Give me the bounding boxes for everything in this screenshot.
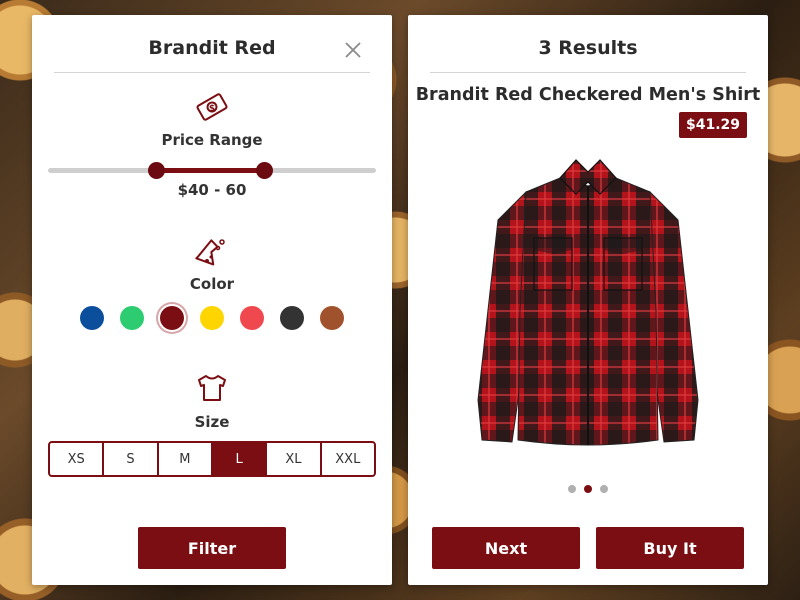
size-option-xxl[interactable]: XXL — [322, 443, 374, 475]
money-icon: $ — [196, 93, 228, 121]
carousel-dot[interactable] — [584, 485, 592, 493]
price-badge: $41.29 — [678, 112, 747, 138]
carousel-dots — [408, 485, 768, 493]
color-swatch-blue[interactable] — [80, 306, 104, 330]
color-swatches — [80, 306, 344, 332]
color-flask-icon — [195, 239, 225, 266]
product-image[interactable] — [468, 150, 708, 455]
price-slider-fill — [156, 168, 265, 173]
size-option-l[interactable]: L — [212, 443, 268, 475]
size-option-xl[interactable]: XL — [267, 443, 322, 475]
divider — [54, 72, 370, 73]
color-swatch-brown[interactable] — [320, 306, 344, 330]
next-button[interactable]: Next — [432, 527, 580, 569]
size-option-xs[interactable]: XS — [50, 443, 105, 475]
product-name[interactable]: Brandit Red Checkered Men's Shirt — [408, 85, 768, 105]
color-swatch-dark-gray[interactable] — [280, 306, 304, 330]
close-icon[interactable] — [344, 41, 362, 59]
size-option-m[interactable]: M — [159, 443, 213, 475]
size-option-s[interactable]: S — [104, 443, 159, 475]
price-slider-max-handle[interactable] — [256, 162, 274, 179]
price-range-label: Price Range — [161, 131, 263, 149]
carousel-dot[interactable] — [600, 485, 608, 493]
buy-it-button[interactable]: Buy It — [596, 527, 744, 569]
filter-button[interactable]: Filter — [138, 527, 286, 569]
filter-panel-title: Brandit Red — [148, 37, 276, 59]
color-swatch-green[interactable] — [120, 306, 144, 330]
results-count-title: 3 Results — [538, 37, 638, 59]
color-swatch-light-red[interactable] — [240, 306, 264, 330]
color-label: Color — [189, 275, 235, 293]
color-swatch-dark-red[interactable] — [160, 306, 184, 330]
size-label: Size — [194, 413, 230, 431]
svg-text:$: $ — [209, 104, 215, 114]
results-panel: 3 Results Brandit Red Checkered Men's Sh… — [408, 15, 768, 585]
carousel-dot[interactable] — [568, 485, 576, 493]
color-swatch-yellow[interactable] — [200, 306, 224, 330]
price-slider[interactable] — [48, 162, 376, 179]
divider — [430, 72, 746, 73]
price-slider-min-handle[interactable] — [148, 162, 166, 179]
filter-panel: Brandit Red $ Price Range $40 - 60 Color… — [32, 15, 392, 585]
size-selector: XS S M L XL XXL — [48, 441, 376, 477]
tshirt-icon — [198, 375, 226, 401]
price-range-value: $40 - 60 — [177, 181, 247, 199]
